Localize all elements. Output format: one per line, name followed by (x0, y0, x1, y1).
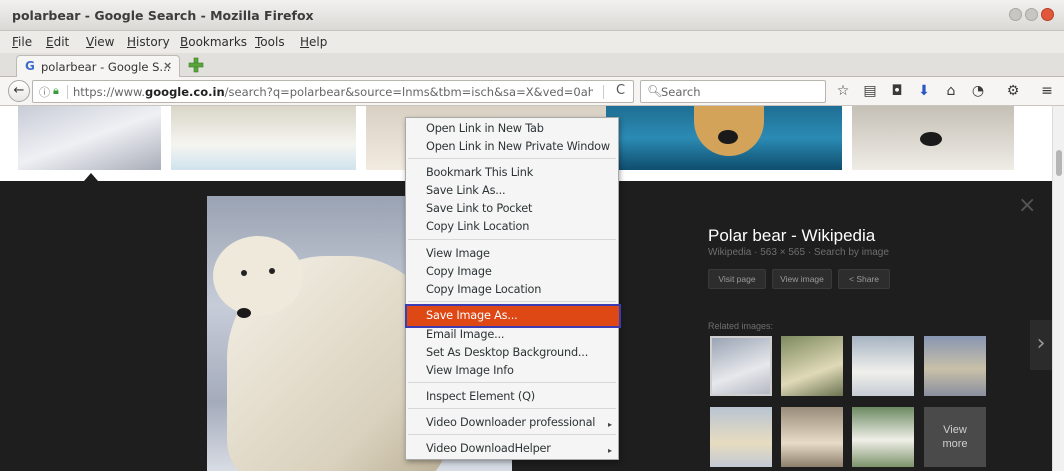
menu-item-bookmark-link[interactable]: Bookmark This Link (426, 166, 533, 179)
menu-separator (408, 408, 616, 409)
menu-item-open-link-private-window[interactable]: Open Link in New Private Window (426, 140, 610, 153)
minimize-button[interactable] (1009, 8, 1022, 21)
download-icon[interactable]: ⬇ (915, 83, 933, 99)
menu-tools[interactable]: Tools (255, 35, 285, 49)
menu-view[interactable]: View (86, 35, 114, 49)
menubar: File Edit View History Bookmarks Tools H… (0, 31, 1064, 53)
visit-page-button[interactable]: Visit page (708, 269, 766, 289)
info-icon[interactable]: ⓘ (39, 84, 50, 100)
related-image[interactable] (852, 407, 914, 467)
menu-item-save-image-as-label: Save Image As... (426, 309, 518, 322)
related-image[interactable] (781, 407, 843, 467)
maximize-button[interactable] (1025, 8, 1038, 21)
bear-nose-shape (237, 308, 251, 318)
menu-history[interactable]: History (127, 35, 170, 49)
pocket-icon[interactable]: ◘ (888, 83, 906, 99)
menu-edit[interactable]: Edit (46, 35, 69, 49)
back-button[interactable]: ← (8, 80, 30, 102)
new-tab-plus-icon[interactable] (188, 57, 204, 73)
bear-nose-shape (920, 132, 942, 146)
tab-strip: G polarbear - Google S... × (0, 53, 1064, 77)
bear-eye-shape (241, 270, 247, 276)
share-button[interactable]: < Share (838, 269, 890, 289)
window-controls (1009, 8, 1054, 21)
menu-separator (408, 382, 616, 383)
url-bar[interactable]: ⓘ 🔒︎ https://www.google.co.in/search?q=p… (32, 80, 634, 103)
menu-item-save-link-to-pocket[interactable]: Save Link to Pocket (426, 202, 532, 215)
related-image[interactable] (710, 407, 772, 467)
url-text[interactable]: https://www.google.co.in/search?q=polarb… (73, 85, 593, 99)
menu-item-copy-image-location[interactable]: Copy Image Location (426, 283, 541, 296)
menu-item-save-image-as[interactable]: Save Image As... (405, 304, 621, 328)
image-result-thumb[interactable] (852, 106, 1014, 170)
menu-file[interactable]: File (12, 35, 32, 49)
related-image[interactable] (924, 336, 986, 396)
close-preview-icon[interactable]: × (1018, 193, 1036, 218)
submenu-arrow-icon: ▸ (608, 446, 613, 455)
hamburger-menu-icon[interactable]: ≡ (1038, 83, 1056, 99)
menu-item-view-image[interactable]: View Image (426, 247, 490, 260)
next-image-chevron-icon[interactable]: › (1030, 320, 1052, 370)
settings-icon[interactable]: ⚙ (1004, 83, 1022, 99)
menu-item-video-downloader-professional[interactable]: Video Downloader professional (426, 416, 595, 429)
search-icon: 🔍︎ (647, 84, 663, 98)
view-image-button[interactable]: View image (772, 269, 832, 289)
menu-item-save-link-as[interactable]: Save Link As... (426, 184, 506, 197)
image-result-thumb[interactable] (18, 106, 161, 170)
tab-polarbear[interactable]: G polarbear - Google S... × (16, 55, 180, 77)
context-menu: Open Link in New Tab Open Link in New Pr… (405, 117, 621, 460)
star-icon[interactable]: ☆ (834, 83, 852, 99)
reload-icon[interactable]: C (616, 83, 625, 98)
bear-nose-shape (718, 130, 738, 144)
selection-pointer (84, 173, 98, 181)
menu-item-copy-link-location[interactable]: Copy Link Location (426, 220, 529, 233)
menu-separator (408, 301, 616, 302)
url-separator-2 (603, 85, 604, 99)
url-separator (67, 85, 68, 99)
menu-item-open-link-new-tab[interactable]: Open Link in New Tab (426, 122, 544, 135)
tab-close-icon[interactable]: × (163, 59, 172, 72)
related-image[interactable] (781, 336, 843, 396)
bear-head-shape (213, 236, 303, 316)
search-input[interactable]: 🔍︎ Search (640, 80, 826, 103)
menu-item-view-image-info[interactable]: View Image Info (426, 364, 514, 377)
image-result-thumb[interactable] (171, 106, 356, 170)
lock-icon[interactable]: 🔒︎ (53, 84, 59, 98)
image-result-thumb[interactable] (606, 106, 842, 170)
menu-bookmarks[interactable]: Bookmarks (180, 35, 247, 49)
menu-item-copy-image[interactable]: Copy Image (426, 265, 492, 278)
window-title: polarbear - Google Search - Mozilla Fire… (12, 8, 314, 23)
home-icon[interactable]: ⌂ (942, 83, 960, 99)
page-scrollbar[interactable] (1052, 106, 1064, 471)
menu-separator (408, 158, 616, 159)
submenu-arrow-icon: ▸ (608, 420, 613, 429)
tab-title: polarbear - Google S... (41, 60, 171, 74)
menu-item-email-image[interactable]: Email Image... (426, 328, 504, 341)
menu-item-video-downloadhelper[interactable]: Video DownloadHelper (426, 442, 551, 455)
reading-list-icon[interactable]: ▤ (861, 83, 879, 99)
result-title[interactable]: Polar bear - Wikipedia (708, 226, 875, 246)
navigation-toolbar: ← ⓘ 🔒︎ https://www.google.co.in/search?q… (0, 77, 1064, 106)
google-favicon-icon: G (25, 59, 35, 73)
menu-separator (408, 434, 616, 435)
menu-item-set-desktop-background[interactable]: Set As Desktop Background... (426, 346, 588, 359)
menu-item-inspect-element[interactable]: Inspect Element (Q) (426, 390, 535, 403)
related-image[interactable] (852, 336, 914, 396)
menu-help[interactable]: Help (300, 35, 327, 49)
related-image[interactable] (710, 336, 772, 396)
scrollbar-thumb[interactable] (1056, 150, 1062, 176)
bear-eye-shape (269, 268, 275, 274)
view-more-button[interactable]: View more (924, 407, 986, 467)
extension-icon[interactable]: ◔ (969, 83, 987, 99)
result-meta: Wikipedia · 563 × 565 · Search by image (708, 247, 889, 258)
window-titlebar: polarbear - Google Search - Mozilla Fire… (0, 0, 1064, 31)
related-images-label: Related images: (708, 321, 774, 331)
close-window-button[interactable] (1041, 8, 1054, 21)
search-placeholder: Search (661, 85, 701, 99)
menu-separator (408, 239, 616, 240)
